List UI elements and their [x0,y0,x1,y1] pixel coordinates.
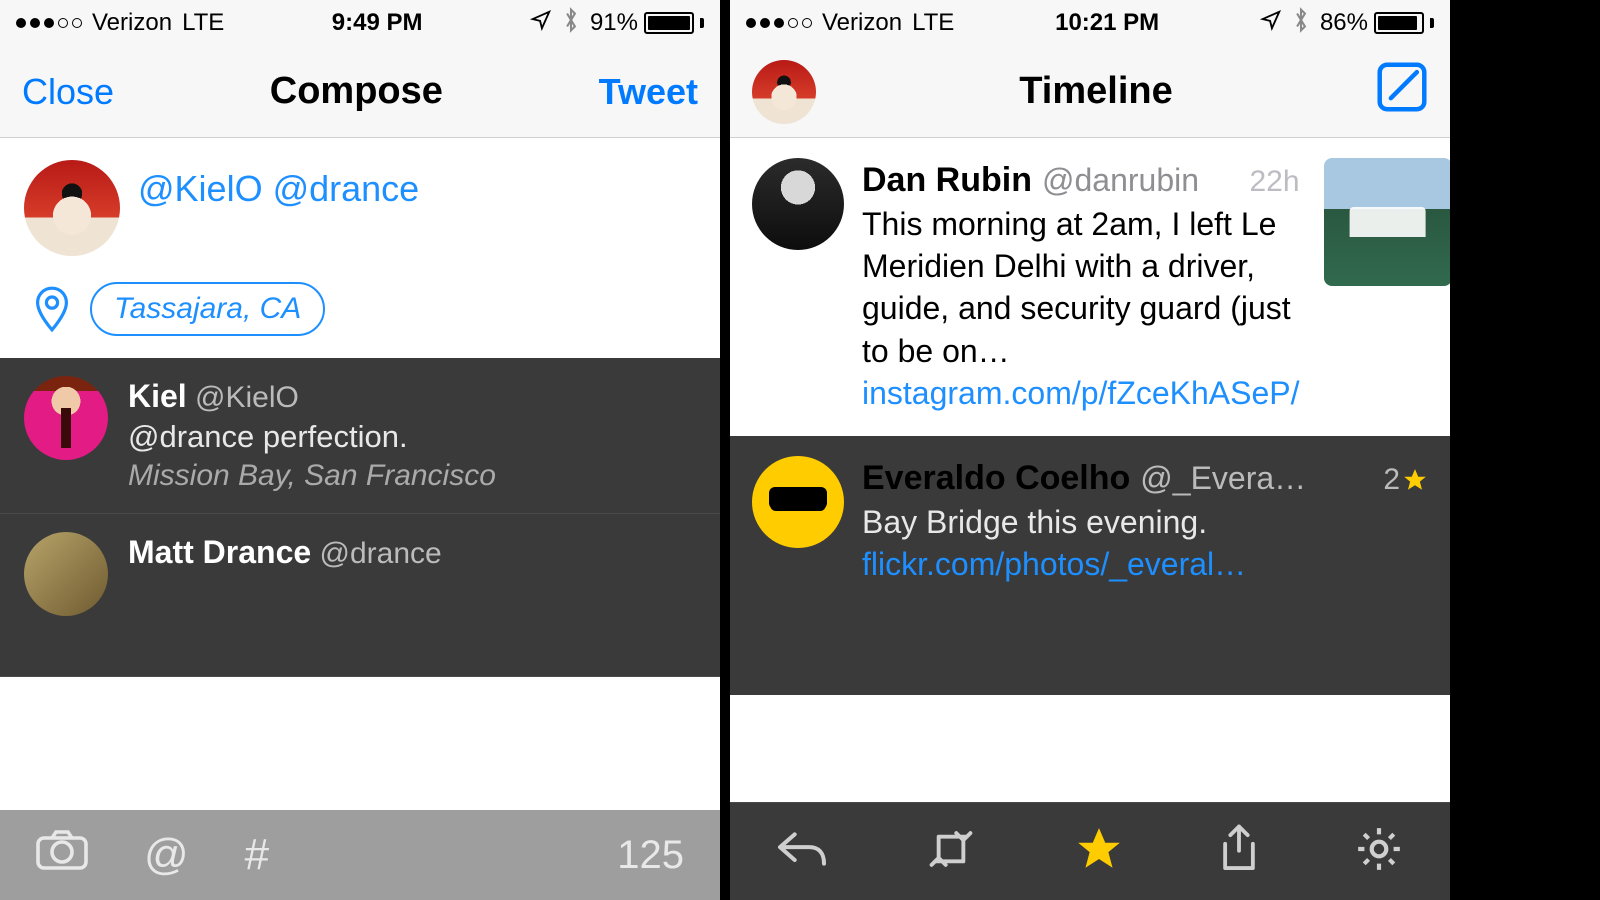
page-title: Compose [270,70,443,113]
bluetooth-icon [1292,7,1310,40]
status-bar: Verizon LTE 10:21 PM 86% [730,0,1450,46]
tweet-author-handle: @_Evera… [1140,457,1306,499]
tweet-author-name: Dan Rubin [862,158,1032,203]
tweet-time: 22h [1249,162,1299,202]
page-title: Timeline [1019,70,1172,113]
reply-name: Matt Drance [128,534,311,570]
share-icon[interactable] [1217,823,1261,880]
nav-bar: Close Compose Tweet [0,46,720,138]
tweet-item[interactable]: Dan Rubin @danrubin 22h This morning at … [730,138,1450,436]
compose-screen: Verizon LTE 9:49 PM 91% Close [0,0,720,900]
gear-icon[interactable] [1354,824,1404,879]
location-services-icon [1260,9,1282,38]
favorite-icon[interactable] [1074,824,1124,879]
user-avatar[interactable] [24,160,120,256]
reply-item[interactable]: Kiel @KielO @drance perfection. Mission … [0,358,720,514]
close-button[interactable]: Close [22,71,114,113]
hashtag-button[interactable]: # [245,830,269,880]
carrier-label: Verizon [822,9,902,37]
reply-text: @drance perfection. [128,417,496,457]
tweet-list[interactable]: Dan Rubin @danrubin 22h This morning at … [730,138,1450,695]
clock-label: 9:49 PM [332,9,423,37]
compose-button[interactable] [1376,61,1428,122]
avatar[interactable] [752,456,844,548]
reply-item[interactable]: Matt Drance @drance [0,514,720,677]
camera-icon[interactable] [36,829,88,882]
nav-bar: Timeline [730,46,1450,138]
tweet-text: Bay Bridge this evening. flickr.com/phot… [862,501,1428,585]
compose-icon [1376,80,1428,121]
tweet-author-handle: @danrubin [1042,159,1199,201]
reply-location: Mission Bay, San Francisco [128,457,496,495]
battery-pct-label: 86% [1320,9,1368,37]
tweet-item-selected[interactable]: Everaldo Coelho @_Evera… 2 Bay Bridge th… [730,436,1450,695]
location-pin-icon[interactable] [30,284,74,334]
compose-toolbar: @ # 125 [0,810,720,900]
avatar[interactable] [752,158,844,250]
account-avatar-button[interactable] [752,60,816,124]
timeline-screen: Verizon LTE 10:21 PM 86% Timeline [730,0,1450,900]
favorited-star-icon [1402,467,1428,493]
reply-context-list: Kiel @KielO @drance perfection. Mission … [0,358,720,677]
compose-textarea[interactable]: @KielO @drance [138,160,419,256]
tweet-link[interactable]: flickr.com/photos/_everal… [862,546,1246,582]
reply-name: Kiel [128,378,187,414]
mention-button[interactable]: @ [144,830,189,880]
signal-dots [16,18,82,28]
tweet-media-thumb[interactable] [1324,158,1450,286]
clock-label: 10:21 PM [1055,9,1159,37]
reply-handle: @KielO [195,381,299,414]
char-count: 125 [617,833,684,878]
network-label: LTE [182,9,224,37]
reply-handle: @drance [320,537,442,570]
avatar [24,376,108,460]
location-services-icon [530,9,552,38]
battery-icon [1374,12,1424,34]
tweet-action-bar [730,802,1450,900]
bluetooth-icon [562,7,580,40]
signal-dots [746,18,812,28]
tweet-author-name: Everaldo Coelho [862,456,1130,501]
status-bar: Verizon LTE 9:49 PM 91% [0,0,720,46]
location-pill[interactable]: Tassajara, CA [90,282,325,336]
avatar [24,532,108,616]
network-label: LTE [912,9,954,37]
tweet-button[interactable]: Tweet [599,71,698,113]
carrier-label: Verizon [92,9,172,37]
retweet-icon[interactable] [921,829,981,874]
tweet-link[interactable]: instagram.com/p/fZceKhASeP/ [862,375,1300,411]
battery-pct-label: 91% [590,9,638,37]
tweet-text: This morning at 2am, I left Le Meridien … [862,203,1300,414]
battery-icon [644,12,694,34]
reply-icon[interactable] [776,827,828,876]
tweet-time: 2 [1383,460,1428,500]
